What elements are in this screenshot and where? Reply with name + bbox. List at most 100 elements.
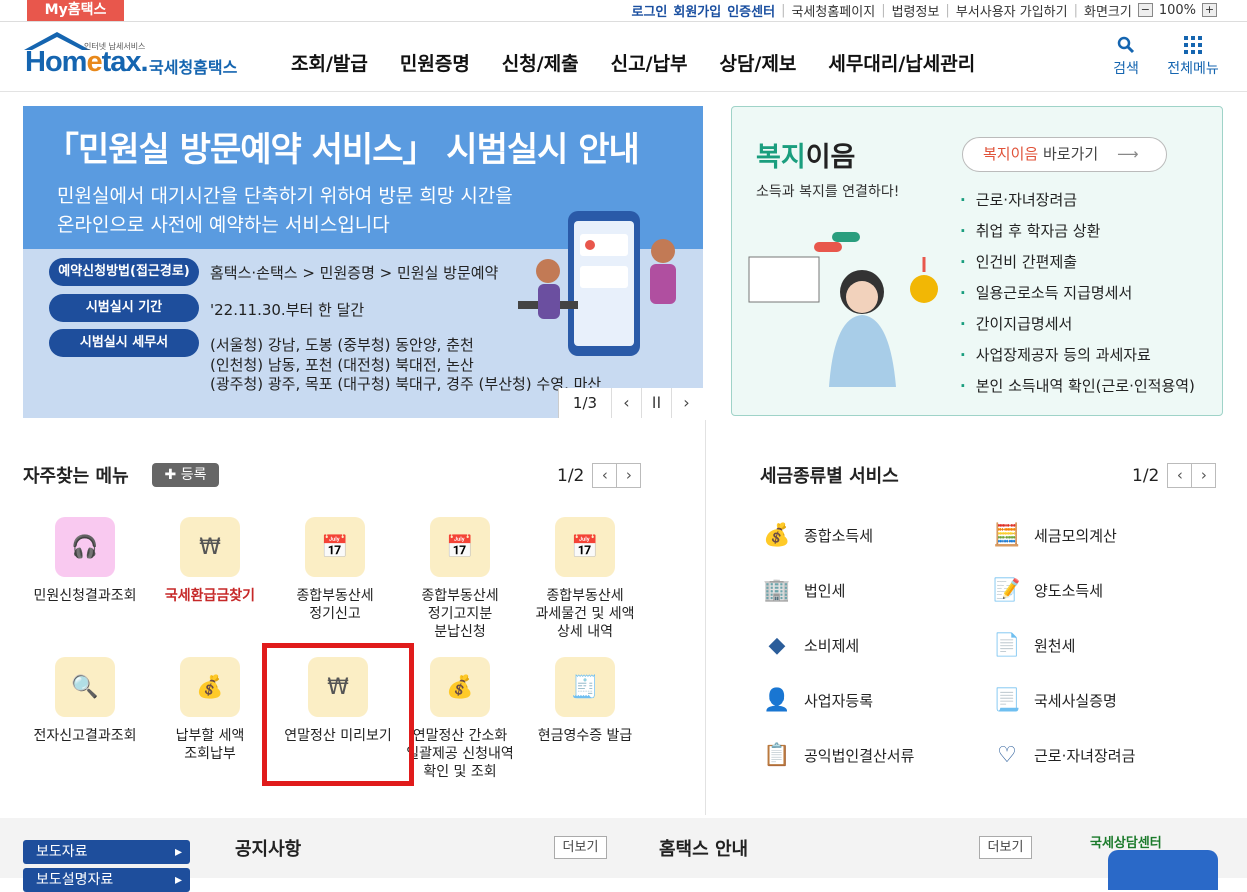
tax-prev-button[interactable]: ‹ bbox=[1167, 463, 1193, 488]
nav-lookup-issue[interactable]: 조회/발급 bbox=[275, 49, 384, 76]
tax-label: 소비제세 bbox=[804, 636, 860, 655]
fav-label: 전자신고결과조회 bbox=[33, 728, 137, 744]
tax-capital-gains[interactable]: 📝 양도소득세 bbox=[990, 573, 1103, 607]
my-hometax-tab[interactable]: My홈택스 bbox=[27, 0, 124, 21]
headset-icon: 🎧 bbox=[55, 517, 115, 577]
tax-business-registration[interactable]: 👤 사업자등록 bbox=[760, 683, 873, 717]
fav-realestate-detail[interactable]: 📅 종합부동산세 과세물건 및 세액 상세 내역 bbox=[525, 517, 645, 641]
all-menu-button[interactable]: 전체메뉴 bbox=[1160, 36, 1226, 78]
fav-realestate-installment[interactable]: 📅 종합부동산세 정기고지분 분납신청 bbox=[400, 517, 520, 641]
cert-center-link[interactable]: 인증센터 bbox=[727, 1, 775, 20]
fav-label: 종합부동산세 정기고지분 분납신청 bbox=[421, 588, 499, 640]
consult-center-logo[interactable]: 국세상담센터 bbox=[1090, 832, 1225, 890]
nav-tax-agent[interactable]: 세무대리/납세관리 bbox=[812, 49, 991, 76]
favorites-next-button[interactable]: › bbox=[616, 463, 642, 488]
welfare-item[interactable]: 인건비 간편제출 bbox=[960, 247, 1195, 278]
banner-prev-button[interactable]: ‹ bbox=[611, 388, 641, 418]
fav-label: 납부할 세액 조회납부 bbox=[175, 728, 245, 762]
welfare-item[interactable]: 일용근로소득 지급명세서 bbox=[960, 278, 1195, 309]
zoom-in-button[interactable]: + bbox=[1202, 3, 1217, 17]
tax-simulation[interactable]: 🧮 세금모의계산 bbox=[990, 518, 1117, 552]
tax-label: 사업자등록 bbox=[804, 691, 874, 710]
global-nav: 조회/발급 민원증명 신청/제출 신고/납부 상담/제보 세무대리/납세관리 bbox=[275, 49, 991, 76]
logo-service-name: 국세청홈택스 bbox=[149, 58, 238, 77]
calculator-icon: 🧮 bbox=[993, 522, 1021, 548]
tax-fact-certificate[interactable]: 📃 국세사실증명 bbox=[990, 683, 1117, 717]
fav-label: 민원신청결과조회 bbox=[33, 588, 137, 604]
banner-subtitle-line2: 온라인으로 사전에 예약하는 서비스입니다 bbox=[57, 214, 390, 236]
tax-label: 공익법인결산서류 bbox=[804, 746, 915, 765]
tax-page-indicator: 1/2 bbox=[1132, 465, 1160, 486]
salary-doc-icon: 📄 bbox=[993, 632, 1021, 658]
search-icon bbox=[1117, 36, 1135, 54]
search-button[interactable]: 검색 bbox=[1108, 36, 1144, 78]
section-divider bbox=[705, 420, 706, 815]
banner-pill-period: 시범실시 기간 bbox=[49, 294, 199, 322]
divider: | bbox=[945, 2, 950, 18]
tax-label: 근로·자녀장려금 bbox=[1034, 746, 1136, 765]
favorites-prev-button[interactable]: ‹ bbox=[592, 463, 618, 488]
fav-civil-result[interactable]: 🎧 민원신청결과조회 bbox=[25, 517, 145, 605]
welfare-shortcut-button[interactable]: 복지이음 바로가기 ⟶ bbox=[962, 137, 1167, 172]
building-icon: 🏢 bbox=[763, 577, 791, 603]
nts-homepage-link[interactable]: 국세청홈페이지 bbox=[791, 1, 875, 20]
favorites-page-indicator: 1/2 bbox=[557, 465, 585, 486]
fav-refund-search[interactable]: ₩ 국세환급금찾기 bbox=[150, 517, 270, 605]
welfare-item[interactable]: 취업 후 학자금 상환 bbox=[960, 216, 1195, 247]
notice-more-button[interactable]: 더보기 bbox=[554, 836, 607, 859]
heart-icon: ♡ bbox=[997, 742, 1017, 768]
tax-consumption[interactable]: ◆ 소비제세 bbox=[760, 628, 860, 662]
banner-pill-method: 예약신청방법(접근경로) bbox=[49, 258, 199, 286]
fav-yearend-simplified[interactable]: 💰 연말정산 간소화 일괄제공 신청내역 확인 및 조회 bbox=[400, 657, 520, 781]
press-release-button[interactable]: 보도자료 bbox=[23, 840, 190, 864]
welfare-item[interactable]: 사업장제공자 등의 과세자료 bbox=[960, 340, 1195, 371]
banner-subtitle-line1: 민원실에서 대기시간을 단축하기 위하여 방문 희망 시간을 bbox=[57, 185, 513, 207]
welfare-item[interactable]: 근로·자녀장려금 bbox=[960, 185, 1195, 216]
press-explanation-button[interactable]: 보도설명자료 bbox=[23, 868, 190, 892]
hometax-logo[interactable]: 인터넷 납세서비스 Hometax. 국세청홈택스 bbox=[22, 32, 252, 84]
nav-report-pay[interactable]: 신고/납부 bbox=[595, 49, 704, 76]
money-bag-icon: 💰 bbox=[430, 657, 490, 717]
notice-title: 공지사항 bbox=[235, 839, 302, 860]
tax-public-corp-docs[interactable]: 📋 공익법인결산서류 bbox=[760, 738, 914, 772]
fav-tax-payment[interactable]: 💰 납부할 세액 조회납부 bbox=[150, 657, 270, 763]
law-info-link[interactable]: 법령정보 bbox=[892, 1, 940, 20]
favorites-add-button[interactable]: ✚ 등록 bbox=[152, 463, 219, 487]
main-banner[interactable]: 「민원실 방문예약 서비스」 시범실시 안내 민원실에서 대기시간을 단축하기 … bbox=[23, 106, 703, 418]
tax-withholding[interactable]: 📄 원천세 bbox=[990, 628, 1075, 662]
utility-links: 로그인 회원가입 인증센터 | 국세청홈페이지 | 법령정보 | 부서사용자 가… bbox=[631, 0, 1217, 20]
tax-earned-income-credit[interactable]: ♡ 근로·자녀장려금 bbox=[990, 738, 1135, 772]
tax-label: 원천세 bbox=[1034, 636, 1076, 655]
calendar-check-icon: 📅 bbox=[555, 517, 615, 577]
banner-next-button[interactable]: › bbox=[671, 388, 701, 418]
welfare-title: 복지이음 bbox=[756, 142, 856, 173]
banner-controls: 1/3 ‹ II › bbox=[558, 388, 703, 418]
welfare-item[interactable]: 간이지급명세서 bbox=[960, 309, 1195, 340]
tax-global-income[interactable]: 💰 종합소득세 bbox=[760, 518, 873, 552]
receipt-icon: 🧾 bbox=[555, 657, 615, 717]
banner-pause-button[interactable]: II bbox=[641, 388, 671, 418]
zoom-out-button[interactable]: − bbox=[1137, 3, 1153, 17]
fav-comprehensive-realestate-return[interactable]: 📅 종합부동산세 정기신고 bbox=[275, 517, 395, 623]
login-link[interactable]: 로그인 bbox=[631, 1, 667, 20]
fav-e-filing-result[interactable]: 🔍 전자신고결과조회 bbox=[25, 657, 145, 745]
dept-user-signup-link[interactable]: 부서사용자 가입하기 bbox=[956, 1, 1068, 20]
tax-corporate[interactable]: 🏢 법인세 bbox=[760, 573, 845, 607]
diamond-icon: ◆ bbox=[768, 632, 786, 658]
search-label: 검색 bbox=[1113, 61, 1139, 77]
guide-more-button[interactable]: 더보기 bbox=[979, 836, 1032, 859]
nav-consult-tipoff[interactable]: 상담/제보 bbox=[704, 49, 813, 76]
welfare-item[interactable]: 본인 소득내역 확인(근로·인적용역) bbox=[960, 371, 1195, 402]
zoom-level: 100% bbox=[1158, 2, 1196, 18]
nav-civil-certificate[interactable]: 민원증명 bbox=[384, 49, 486, 76]
woman-illustration bbox=[748, 232, 938, 387]
banner-text-period: '22.11.30.부터 한 달간 bbox=[210, 301, 365, 319]
signup-link[interactable]: 회원가입 bbox=[673, 1, 721, 20]
nav-apply-submit[interactable]: 신청/제출 bbox=[486, 49, 595, 76]
fav-label: 종합부동산세 정기신고 bbox=[296, 588, 374, 622]
fav-cash-receipt[interactable]: 🧾 현금영수증 발급 bbox=[525, 657, 645, 745]
consult-center-label: 국세상담센터 bbox=[1090, 836, 1162, 851]
favorites-pager: 1/2 ‹ › bbox=[557, 463, 642, 488]
grid-icon bbox=[1184, 36, 1202, 54]
tax-next-button[interactable]: › bbox=[1191, 463, 1217, 488]
